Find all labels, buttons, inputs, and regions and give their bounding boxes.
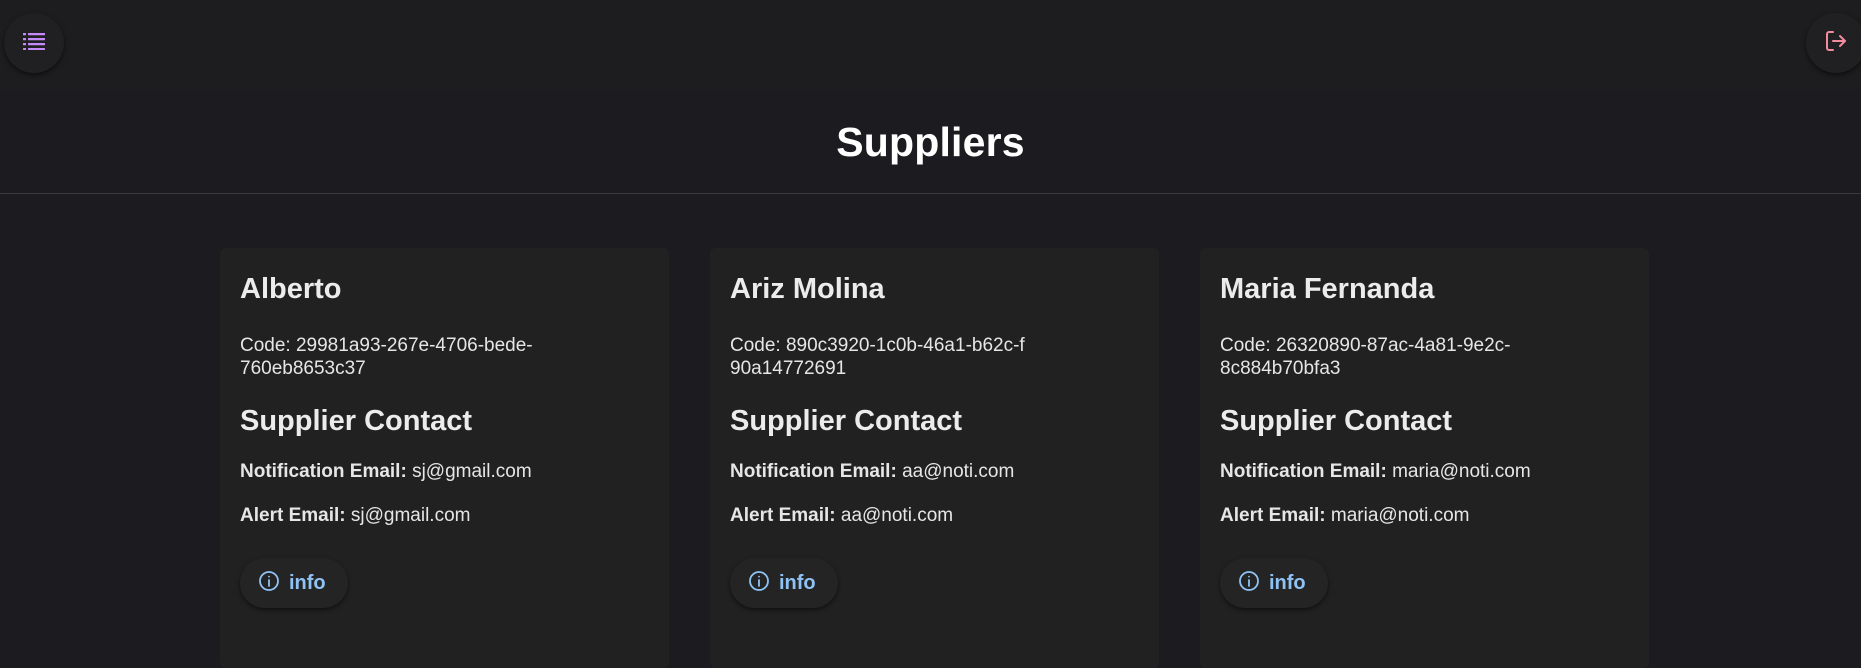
supplier-name: Alberto <box>240 273 342 305</box>
supplier-code: Code: 29981a93-267e-4706-bede-760eb8653c… <box>240 335 533 379</box>
top-app-bar <box>0 0 1861 91</box>
info-icon <box>748 570 770 597</box>
page-title: Suppliers <box>836 118 1025 165</box>
alert-email-label: Alert Email: <box>240 505 346 526</box>
notification-email-value: sj@gmail.com <box>412 461 532 482</box>
notification-email-label: Notification Email: <box>240 461 407 482</box>
supplier-contact-heading: Supplier Contact <box>240 405 473 437</box>
supplier-code: Code: 890c3920-1c0b-46a1-b62c-f90a147726… <box>730 335 1025 379</box>
alert-email-value: sj@gmail.com <box>350 505 471 526</box>
alert-email-label: Alert Email: <box>730 505 836 526</box>
notification-email-value: aa@noti.com <box>902 461 1015 482</box>
supplier-card: Maria Fernanda Code: 26320890-87ac-4a81-… <box>1200 248 1649 668</box>
supplier-code: Code: 26320890-87ac-4a81-9e2c-8c884b70bf… <box>1220 335 1511 379</box>
alert-email-value: maria@noti.com <box>1330 505 1470 526</box>
notification-email-row: Notification Email: maria@noti.com <box>1220 460 1629 483</box>
notification-email-row: Notification Email: aa@noti.com <box>730 460 1139 483</box>
info-button[interactable]: info <box>240 558 348 608</box>
alert-email-row: Alert Email: sj@gmail.com <box>240 504 649 527</box>
page-header: Suppliers <box>0 91 1861 194</box>
info-button-label: info <box>289 571 326 594</box>
info-button-label: info <box>779 571 816 594</box>
notification-email-row: Notification Email: sj@gmail.com <box>240 460 649 483</box>
alert-email-row: Alert Email: maria@noti.com <box>1220 504 1629 527</box>
logout-icon <box>1824 29 1848 58</box>
info-button[interactable]: info <box>1220 558 1328 608</box>
info-button[interactable]: info <box>730 558 838 608</box>
list-icon <box>23 32 45 55</box>
alert-email-label: Alert Email: <box>1220 505 1326 526</box>
supplier-card-list: Alberto Code: 29981a93-267e-4706-bede-76… <box>0 248 1861 668</box>
notification-email-label: Notification Email: <box>730 461 897 482</box>
supplier-name: Ariz Molina <box>730 273 885 305</box>
notification-email-value: maria@noti.com <box>1392 461 1531 482</box>
supplier-card: Ariz Molina Code: 890c3920-1c0b-46a1-b62… <box>710 248 1159 668</box>
alert-email-row: Alert Email: aa@noti.com <box>730 504 1139 527</box>
info-icon <box>1238 570 1260 597</box>
info-button-label: info <box>1269 571 1306 594</box>
logout-button[interactable] <box>1806 13 1861 73</box>
supplier-card: Alberto Code: 29981a93-267e-4706-bede-76… <box>220 248 669 668</box>
supplier-contact-heading: Supplier Contact <box>730 405 963 437</box>
info-icon <box>258 570 280 597</box>
alert-email-value: aa@noti.com <box>840 505 954 526</box>
notification-email-label: Notification Email: <box>1220 461 1387 482</box>
supplier-contact-heading: Supplier Contact <box>1220 405 1453 437</box>
menu-button[interactable] <box>4 13 64 73</box>
supplier-name: Maria Fernanda <box>1220 273 1435 305</box>
